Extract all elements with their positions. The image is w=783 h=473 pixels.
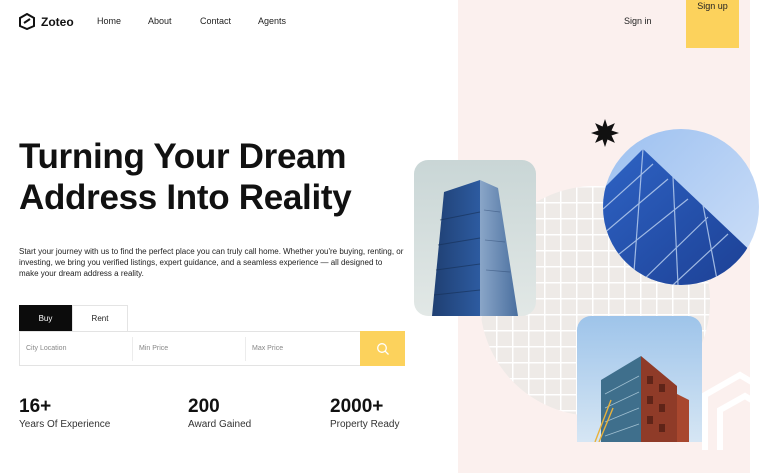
stat-label: Award Gained xyxy=(188,419,252,430)
max-price-input[interactable]: Max Price xyxy=(252,332,356,365)
sign-in-link[interactable]: Sign in xyxy=(624,16,652,26)
stat-value: 16+ xyxy=(19,396,52,417)
stat-value: 200 xyxy=(188,396,220,417)
tab-rent[interactable]: Rent xyxy=(72,305,128,331)
tower-building-image xyxy=(414,160,536,316)
hero-description: Start your journey with us to find the p… xyxy=(19,247,404,278)
nav-agents[interactable]: Agents xyxy=(258,16,286,26)
glass-building-image xyxy=(603,129,759,285)
search-button[interactable] xyxy=(360,331,405,366)
logo-icon xyxy=(19,13,35,30)
search-icon xyxy=(376,342,389,355)
nav-home[interactable]: Home xyxy=(97,16,121,26)
stat-label: Years Of Experience xyxy=(19,419,111,430)
brick-building-image xyxy=(577,316,702,442)
city-location-input[interactable]: City Location xyxy=(26,332,130,365)
field-divider xyxy=(245,337,246,361)
sign-up-button[interactable]: Sign up xyxy=(686,0,739,48)
stat-experience: 16+ Years Of Experience xyxy=(19,396,110,430)
min-price-input[interactable]: Min Price xyxy=(139,332,243,365)
tab-buy[interactable]: Buy xyxy=(19,305,72,331)
brand-logo[interactable]: Zoteo xyxy=(19,13,74,30)
stat-label: Property Ready xyxy=(330,419,400,430)
house-outline-decoration xyxy=(702,371,755,450)
property-search-bar: City Location Min Price Max Price xyxy=(19,331,405,366)
hero-title: Turning Your Dream Address Into Reality xyxy=(19,136,419,218)
stat-awards: 200 Award Gained xyxy=(188,396,251,430)
brand-name: Zoteo xyxy=(41,14,74,29)
hero-title-line-2: Address Into Reality xyxy=(19,178,352,217)
hero-title-line-1: Turning Your Dream xyxy=(19,137,347,176)
starburst-decoration xyxy=(591,119,619,147)
stat-value: 2000+ xyxy=(330,396,384,417)
stat-properties: 2000+ Property Ready xyxy=(330,396,399,430)
field-divider xyxy=(132,337,133,361)
nav-contact[interactable]: Contact xyxy=(200,16,231,26)
nav-about[interactable]: About xyxy=(148,16,172,26)
